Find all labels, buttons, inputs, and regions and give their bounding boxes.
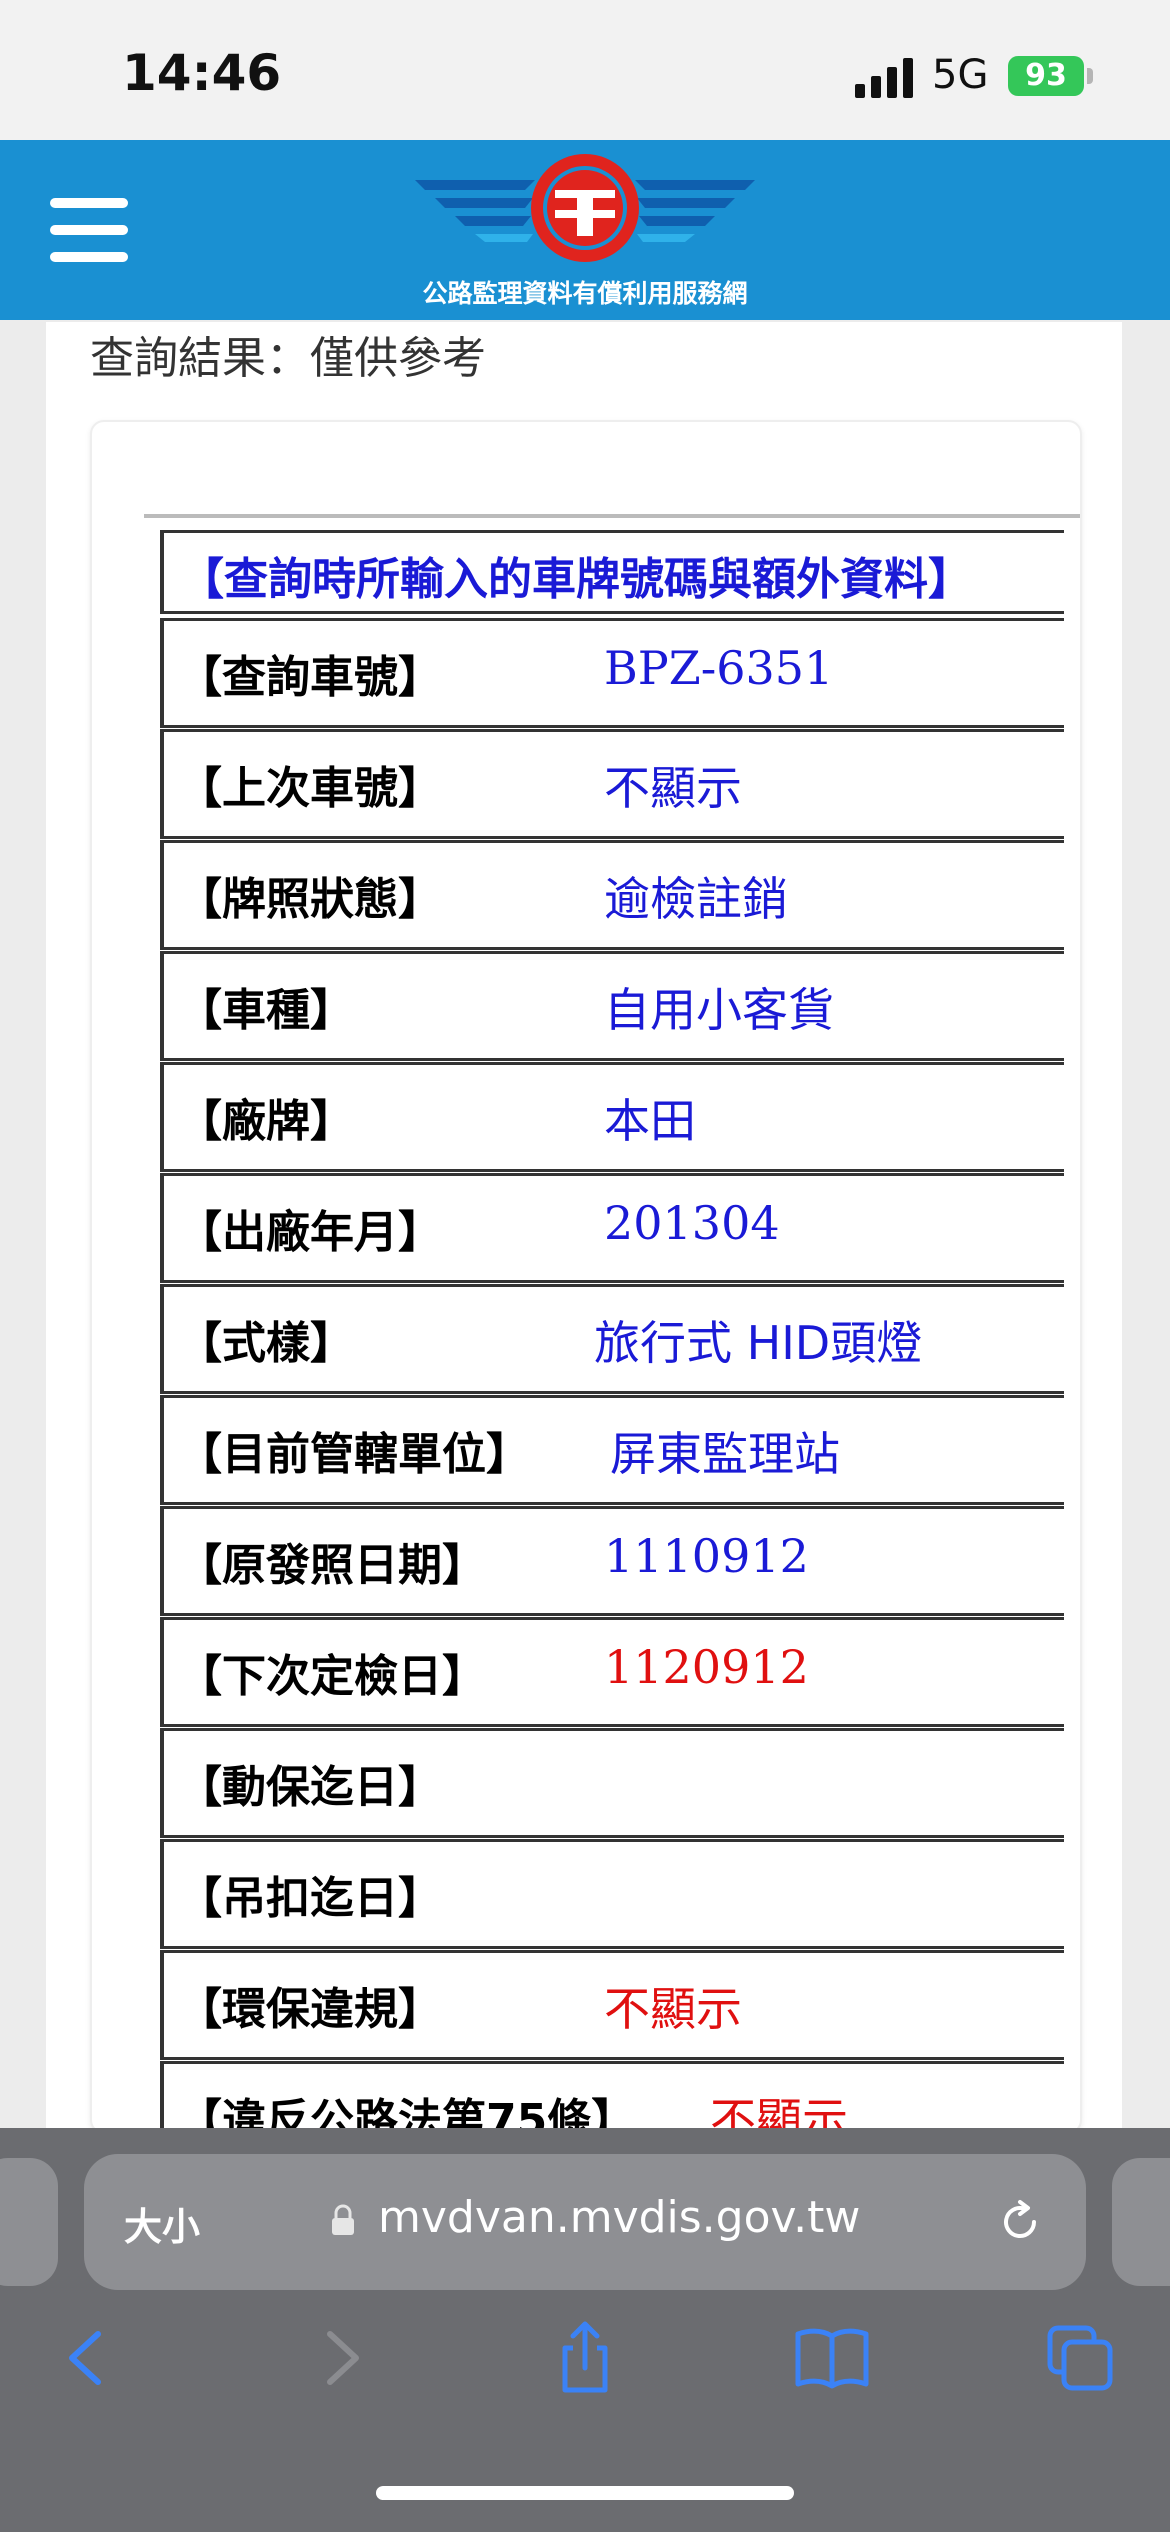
row-label: 【廠牌】 — [178, 1096, 354, 1147]
result-table: 【查詢時所輸入的車牌號碼與額外資料】 【查詢車號】 BPZ-6351 【上次車號… — [144, 514, 1080, 2132]
site-name: 公路監理資料有償利用服務網 — [422, 279, 748, 308]
previous-tab-preview[interactable] — [0, 2158, 58, 2286]
tabs-icon[interactable] — [1040, 2318, 1120, 2398]
row-value: 本田 — [604, 1094, 696, 1148]
battery-tip — [1087, 68, 1093, 84]
row-value: 逾檢註銷 — [604, 872, 788, 926]
row-label: 【下次定檢日】 — [178, 1651, 486, 1702]
network-type: 5G — [932, 52, 989, 98]
url-text[interactable]: mvdvan.mvdis.gov.tw — [378, 2192, 860, 2243]
row-label: 【式樣】 — [178, 1318, 354, 1369]
row-label: 【原發照日期】 — [178, 1540, 486, 1591]
hamburger-menu-icon[interactable] — [50, 198, 128, 262]
table-row: 【出廠年月】 201304 — [160, 1173, 1064, 1283]
text-size-button[interactable]: 大小 — [124, 2196, 200, 2251]
row-label: 【環保違規】 — [178, 1984, 442, 2035]
battery-icon: 93 — [1008, 56, 1084, 96]
status-bar: 14:46 5G 93 — [0, 0, 1170, 140]
forward-icon[interactable] — [300, 2318, 380, 2398]
browser-toolbar: 大小 mvdvan.mvdis.gov.tw — [0, 2128, 1170, 2532]
highway-logo-icon — [415, 154, 755, 262]
site-header: 公路監理資料有償利用服務網 — [0, 140, 1170, 320]
home-indicator[interactable] — [376, 2486, 794, 2500]
result-card: 【查詢時所輸入的車牌號碼與額外資料】 【查詢車號】 BPZ-6351 【上次車號… — [90, 420, 1082, 2134]
row-value: 不顯示 — [604, 761, 742, 815]
table-row: 【下次定檢日】 1120912 — [160, 1617, 1064, 1727]
row-label: 【查詢車號】 — [178, 652, 442, 703]
row-value: 旅行式 HID頭燈 — [594, 1316, 923, 1370]
table-title-row: 【查詢時所輸入的車牌號碼與額外資料】 — [160, 530, 1064, 614]
row-value: 不顯示 — [710, 2093, 848, 2134]
table-row: 【牌照狀態】 逾檢註銷 — [160, 840, 1064, 950]
row-label: 【目前管轄單位】 — [178, 1429, 530, 1480]
row-value: 不顯示 — [604, 1982, 742, 2036]
row-value: 1110912 — [604, 1529, 809, 1583]
table-title: 【查詢時所輸入的車牌號碼與額外資料】 — [180, 554, 972, 605]
row-value: BPZ-6351 — [604, 641, 834, 695]
row-value: 屏東監理站 — [610, 1427, 840, 1481]
row-label: 【違反公路法第75條】 — [178, 2095, 636, 2134]
table-row: 【式樣】 旅行式 HID頭燈 — [160, 1284, 1064, 1394]
share-icon[interactable] — [545, 2318, 625, 2398]
row-label: 【車種】 — [178, 985, 354, 1036]
row-label: 【出廠年月】 — [178, 1207, 442, 1258]
lock-icon — [332, 2204, 354, 2235]
table-row: 【查詢車號】 BPZ-6351 — [160, 618, 1064, 728]
row-label: 【吊扣迄日】 — [178, 1873, 442, 1924]
table-row: 【上次車號】 不顯示 — [160, 729, 1064, 839]
row-label: 【動保迄日】 — [178, 1762, 442, 1813]
reload-icon[interactable] — [994, 2196, 1046, 2248]
table-row: 【原發照日期】 1110912 — [160, 1506, 1064, 1616]
next-tab-preview[interactable] — [1112, 2158, 1170, 2286]
table-row: 【吊扣迄日】 — [160, 1839, 1064, 1949]
back-icon[interactable] — [48, 2318, 128, 2398]
table-row: 【廠牌】 本田 — [160, 1062, 1064, 1172]
row-label: 【牌照狀態】 — [178, 874, 442, 925]
table-row: 【目前管轄單位】 屏東監理站 — [160, 1395, 1064, 1505]
row-label: 【上次車號】 — [178, 763, 442, 814]
table-row: 【違反公路法第75條】 不顯示 — [160, 2061, 1064, 2134]
site-logo[interactable]: 公路監理資料有償利用服務網 — [415, 150, 755, 310]
page-title: 查詢結果：僅供參考 — [90, 333, 486, 384]
cellular-signal-icon — [855, 58, 913, 98]
status-time: 14:46 — [122, 44, 282, 102]
row-value: 自用小客貨 — [604, 983, 834, 1037]
table-row: 【動保迄日】 — [160, 1728, 1064, 1838]
table-row: 【環保違規】 不顯示 — [160, 1950, 1064, 2060]
row-value: 1120912 — [604, 1640, 809, 1694]
address-bar[interactable]: 大小 mvdvan.mvdis.gov.tw — [84, 2154, 1086, 2290]
table-row: 【車種】 自用小客貨 — [160, 951, 1064, 1061]
bookmarks-icon[interactable] — [792, 2318, 872, 2398]
battery-level: 93 — [1025, 58, 1067, 93]
row-value: 201304 — [604, 1196, 780, 1250]
